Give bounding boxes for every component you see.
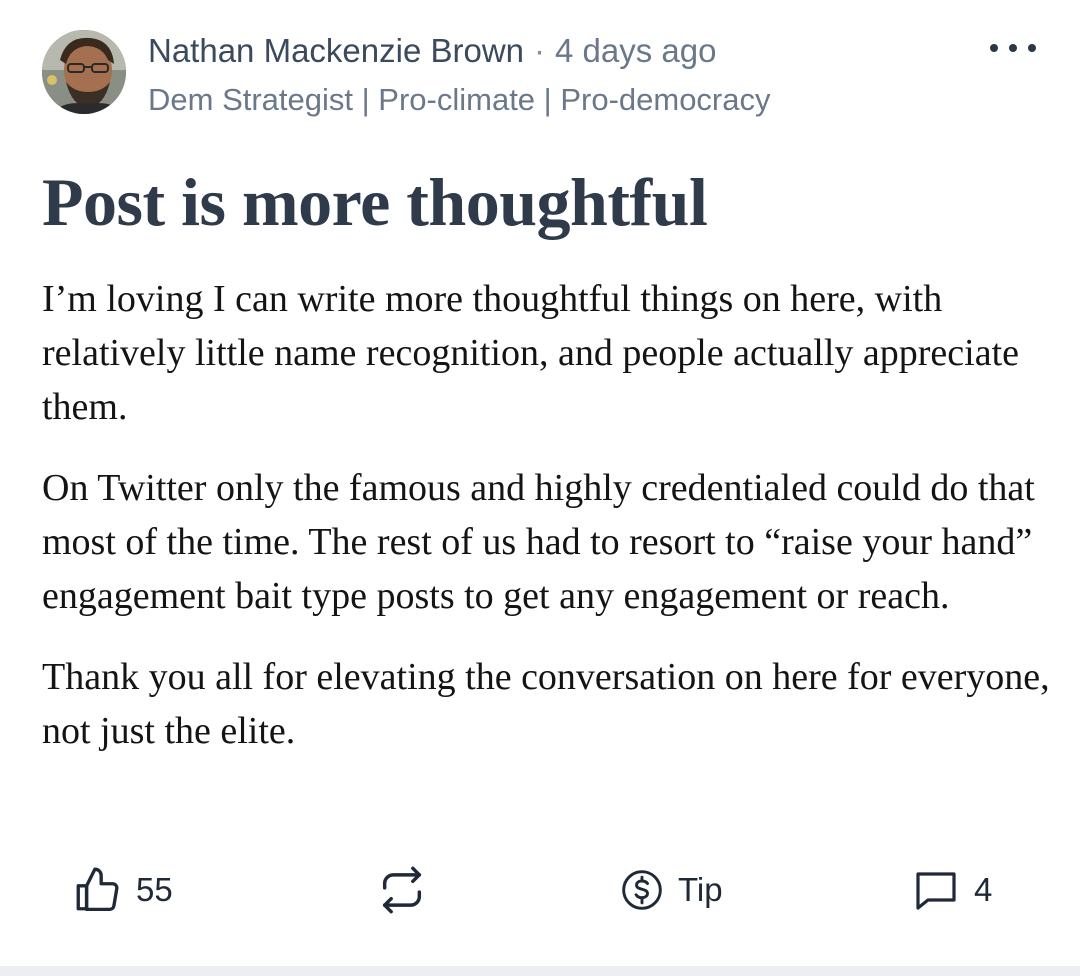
post-timestamp[interactable]: 4 days ago	[555, 30, 716, 72]
comment-icon	[916, 872, 956, 910]
thumbs-up-icon	[76, 867, 119, 912]
post-body: I’m loving I can write more thoughtful t…	[42, 272, 1052, 785]
body-paragraph: Thank you all for elevating the conversa…	[42, 656, 1050, 752]
author-name[interactable]: Nathan Mackenzie Brown	[148, 30, 524, 72]
body-paragraph: On Twitter only the famous and highly cr…	[42, 467, 1035, 617]
like-button[interactable]: 55	[72, 858, 173, 922]
dollar-circle-icon	[622, 870, 662, 910]
author-tagline: Dem Strategist | Pro-climate | Pro-democ…	[148, 82, 771, 117]
comment-button[interactable]: 4	[912, 858, 992, 922]
avatar-photo	[42, 30, 126, 114]
comment-count: 4	[974, 871, 993, 908]
action-bar: 55 Tip 4	[0, 858, 1080, 922]
feed-divider	[0, 966, 1080, 976]
tip-label: Tip	[678, 871, 723, 908]
avatar[interactable]	[42, 30, 126, 114]
meta-separator: ·	[534, 32, 546, 69]
restack-icon	[382, 866, 422, 914]
restack-button[interactable]	[376, 858, 428, 922]
post-card: Nathan Mackenzie Brown · 4 days ago Dem …	[0, 0, 1080, 966]
body-paragraph: I’m loving I can write more thoughtful t…	[42, 278, 1020, 428]
like-count: 55	[136, 871, 173, 908]
tip-button[interactable]: Tip	[620, 858, 723, 922]
author-line: Nathan Mackenzie Brown · 4 days ago	[148, 30, 717, 72]
more-horizontal-icon[interactable]	[990, 36, 1036, 60]
post-title: Post is more thoughtful	[42, 164, 708, 240]
